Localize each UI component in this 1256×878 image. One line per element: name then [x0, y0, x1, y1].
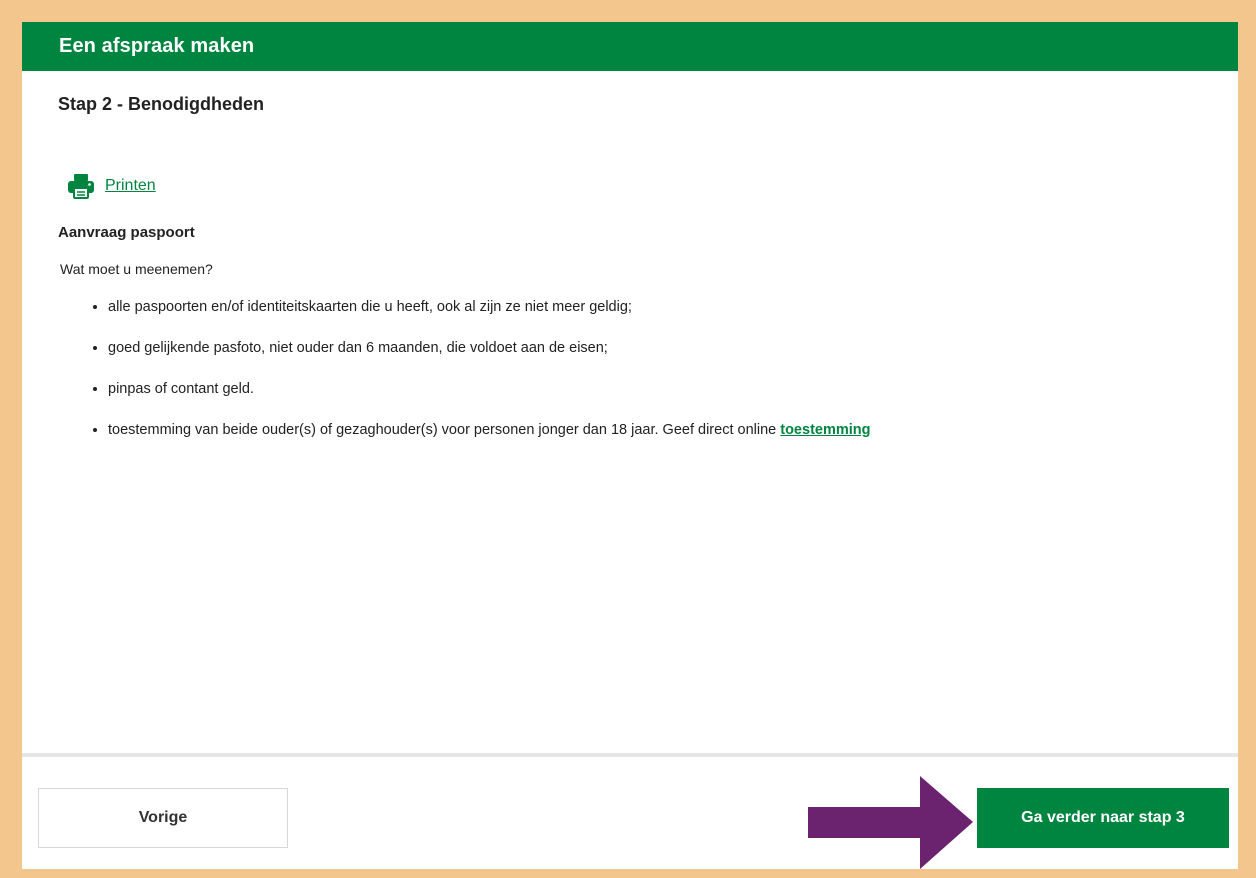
appointment-panel: Een afspraak maken Stap 2 - Benodigdhede… — [22, 22, 1238, 869]
list-item: toestemming van beide ouder(s) of gezagh… — [108, 417, 1208, 458]
list-item-text: alle paspoorten en/of identiteitskaarten… — [108, 299, 632, 315]
list-item-text: toestemming van beide ouder(s) of gezagh… — [108, 422, 781, 438]
print-link-label[interactable]: Printen — [105, 177, 156, 195]
printer-icon — [68, 174, 94, 199]
next-step-button[interactable]: Ga verder naar stap 3 — [977, 788, 1229, 848]
print-link[interactable]: Printen — [67, 173, 156, 199]
consent-link[interactable]: toestemming — [780, 422, 870, 438]
header-bar: Een afspraak maken — [22, 22, 1238, 71]
footer-divider — [22, 753, 1238, 757]
list-item: goed gelijkende pasfoto, niet ouder dan … — [108, 335, 1208, 376]
header-title: Een afspraak maken — [59, 35, 255, 57]
list-item-text: pinpas of contant geld. — [108, 381, 254, 397]
list-item: alle paspoorten en/of identiteitskaarten… — [108, 294, 1208, 335]
arrow-right-icon — [808, 776, 973, 869]
list-item: pinpas of contant geld. — [108, 376, 1208, 417]
step-title: Stap 2 - Benodigdheden — [58, 94, 265, 114]
requirements-list: alle paspoorten en/of identiteitskaarten… — [87, 294, 1208, 458]
list-item-text: goed gelijkende pasfoto, niet ouder dan … — [108, 340, 608, 356]
section-title: Aanvraag paspoort — [58, 224, 195, 241]
requirements-question: Wat moet u meenemen? — [60, 261, 213, 277]
previous-button[interactable]: Vorige — [38, 788, 288, 848]
